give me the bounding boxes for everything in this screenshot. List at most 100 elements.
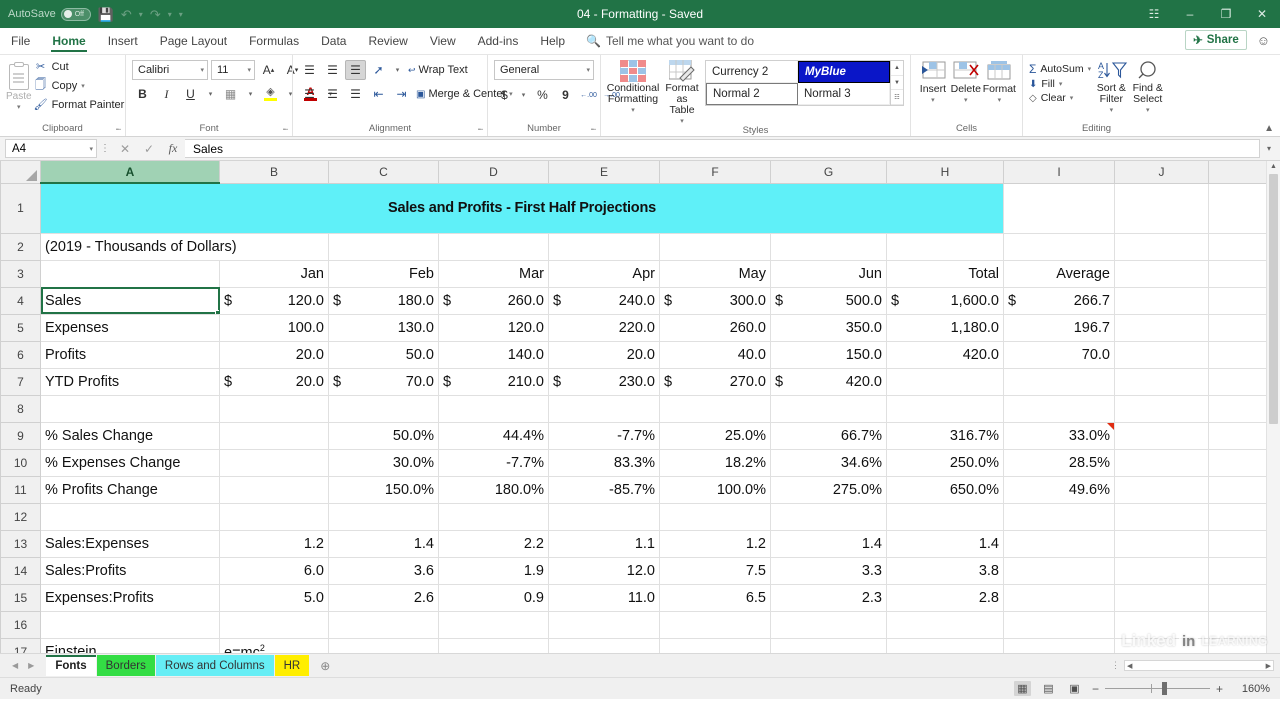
cell-h2[interactable] <box>886 233 1004 261</box>
autosave-toggle[interactable]: AutoSave Off <box>8 7 91 21</box>
cell-k17[interactable] <box>1208 638 1267 653</box>
column-header-e[interactable]: E <box>548 161 660 184</box>
delete-caret-icon[interactable]: ▾ <box>964 96 968 104</box>
cell-j13[interactable] <box>1114 530 1209 558</box>
cell-e12[interactable] <box>548 503 660 531</box>
cell-b3-jan[interactable]: Jan <box>219 260 329 288</box>
cell-c8[interactable] <box>328 395 439 423</box>
cell-d3-mar[interactable]: Mar <box>438 260 549 288</box>
plus-icon[interactable]: + <box>1216 682 1223 696</box>
name-box[interactable]: A4 ▾ <box>5 139 97 158</box>
cell-k7[interactable] <box>1208 368 1267 396</box>
zoom-track[interactable] <box>1104 682 1210 695</box>
column-header-d[interactable]: D <box>438 161 549 184</box>
cell-h9[interactable]: 316.7% <box>886 422 1004 450</box>
cell-b9[interactable] <box>219 422 329 450</box>
check-icon[interactable]: ✓ <box>137 142 161 156</box>
sort-filter-button[interactable]: A Z Sort & Filter ▾ <box>1095 60 1128 114</box>
cell-k15[interactable] <box>1208 584 1267 612</box>
cell-f16[interactable] <box>659 611 771 639</box>
font-size-combo[interactable]: 11 ▾ <box>211 60 255 80</box>
cell-k11[interactable] <box>1208 476 1267 504</box>
row-header-6[interactable]: 6 <box>0 340 41 369</box>
orientation-caret-icon[interactable]: ▾ <box>391 60 404 80</box>
percent-style-button[interactable]: % <box>532 85 553 105</box>
conditional-formatting-button[interactable]: Conditional Formatting ▾ <box>607 59 659 114</box>
cell-j14[interactable] <box>1114 557 1209 585</box>
cell-c16[interactable] <box>328 611 439 639</box>
cell-d8[interactable] <box>438 395 549 423</box>
row-header-5[interactable]: 5 <box>0 313 41 342</box>
cell-h3-total[interactable]: Total <box>886 260 1004 288</box>
worksheet-grid[interactable]: A B C D E F G H I J 1 Sales and Profits … <box>0 161 1280 653</box>
cell-a15[interactable]: Expenses:Profits <box>40 584 220 612</box>
cell-g15[interactable]: 2.3 <box>770 584 887 612</box>
cell-a14[interactable]: Sales:Profits <box>40 557 220 585</box>
cell-k1[interactable] <box>1208 183 1267 234</box>
select-all-corner[interactable] <box>0 161 41 184</box>
restore-icon[interactable]: ❐ <box>1208 0 1244 28</box>
cell-f2[interactable] <box>659 233 771 261</box>
cell-j15[interactable] <box>1114 584 1209 612</box>
align-center-button[interactable]: ☰ <box>322 84 343 104</box>
font-name-caret-icon[interactable]: ▾ <box>200 66 204 74</box>
number-dialog-launcher-icon[interactable]: ╾ <box>591 125 596 134</box>
orientation-button[interactable]: ➚ <box>368 60 389 80</box>
cell-d7[interactable]: $210.0 <box>438 368 549 396</box>
format-as-table-button[interactable]: Format as Table ▾ <box>665 59 699 125</box>
accounting-caret-icon[interactable]: ▾ <box>517 85 530 105</box>
cell-a12[interactable] <box>40 503 220 531</box>
cell-i8[interactable] <box>1003 395 1115 423</box>
cell-i3-average[interactable]: Average <box>1003 260 1115 288</box>
conditional-formatting-caret-icon[interactable]: ▾ <box>631 106 635 114</box>
cell-b6[interactable]: 20.0 <box>219 341 329 369</box>
cell-c15[interactable]: 2.6 <box>328 584 439 612</box>
cell-h17[interactable] <box>886 638 1004 653</box>
autosave-switch[interactable]: Off <box>60 7 91 21</box>
cell-a10[interactable]: % Expenses Change <box>40 449 220 477</box>
cell-a5[interactable]: Expenses <box>40 314 220 342</box>
cell-e15[interactable]: 11.0 <box>548 584 660 612</box>
row-header-8[interactable]: 8 <box>0 394 41 423</box>
cell-i16[interactable] <box>1003 611 1115 639</box>
cell-i6[interactable]: 70.0 <box>1003 341 1115 369</box>
cell-k13[interactable] <box>1208 530 1267 558</box>
cell-b7[interactable]: $20.0 <box>219 368 329 396</box>
cell-d10[interactable]: -7.7% <box>438 449 549 477</box>
cell-c13[interactable]: 1.4 <box>328 530 439 558</box>
cell-j8[interactable] <box>1114 395 1209 423</box>
cell-g16[interactable] <box>770 611 887 639</box>
row-header-16[interactable]: 16 <box>0 610 41 639</box>
horizontal-scrollbar[interactable]: ◀ ▶ <box>1124 660 1274 671</box>
increase-font-size-button[interactable]: A ▴ <box>258 60 279 80</box>
zoom-thumb[interactable] <box>1161 682 1167 695</box>
alignment-dialog-launcher-icon[interactable]: ╾ <box>478 125 483 134</box>
align-bottom-button[interactable]: ☰ <box>345 60 366 80</box>
cell-e14[interactable]: 12.0 <box>548 557 660 585</box>
cell-j17[interactable] <box>1114 638 1209 653</box>
cell-i17[interactable] <box>1003 638 1115 653</box>
horizontal-scroll-thumb[interactable] <box>1134 661 1264 670</box>
cell-e4[interactable]: $240.0 <box>548 287 660 315</box>
row-header-10[interactable]: 10 <box>0 448 41 477</box>
cell-h10[interactable]: 250.0% <box>886 449 1004 477</box>
cell-a4-active[interactable]: Sales <box>40 287 220 315</box>
cell-e8[interactable] <box>548 395 660 423</box>
minus-icon[interactable]: − <box>1092 682 1099 696</box>
clear-caret-icon[interactable]: ▾ <box>1070 94 1074 102</box>
paste-button[interactable]: Paste ▾ <box>6 60 32 111</box>
ribbon-tab-home[interactable]: Home <box>41 30 96 54</box>
ribbon-tab-view[interactable]: View <box>419 30 467 54</box>
cell-h16[interactable] <box>886 611 1004 639</box>
cell-j7[interactable] <box>1114 368 1209 396</box>
cell-f15[interactable]: 6.5 <box>659 584 771 612</box>
chevron-down-icon[interactable]: ▾ <box>1260 144 1278 153</box>
fill-color-button[interactable]: ◈ <box>260 84 281 104</box>
tell-me-search[interactable]: 🔍 Tell me what you want to do <box>576 30 764 54</box>
underline-caret-icon[interactable]: ▾ <box>204 84 217 104</box>
cell-c12[interactable] <box>328 503 439 531</box>
format-cells-button[interactable]: Format ▾ <box>983 60 1016 104</box>
row-header-15[interactable]: 15 <box>0 583 41 612</box>
cell-i12[interactable] <box>1003 503 1115 531</box>
align-right-button[interactable]: ☰ <box>345 84 366 104</box>
